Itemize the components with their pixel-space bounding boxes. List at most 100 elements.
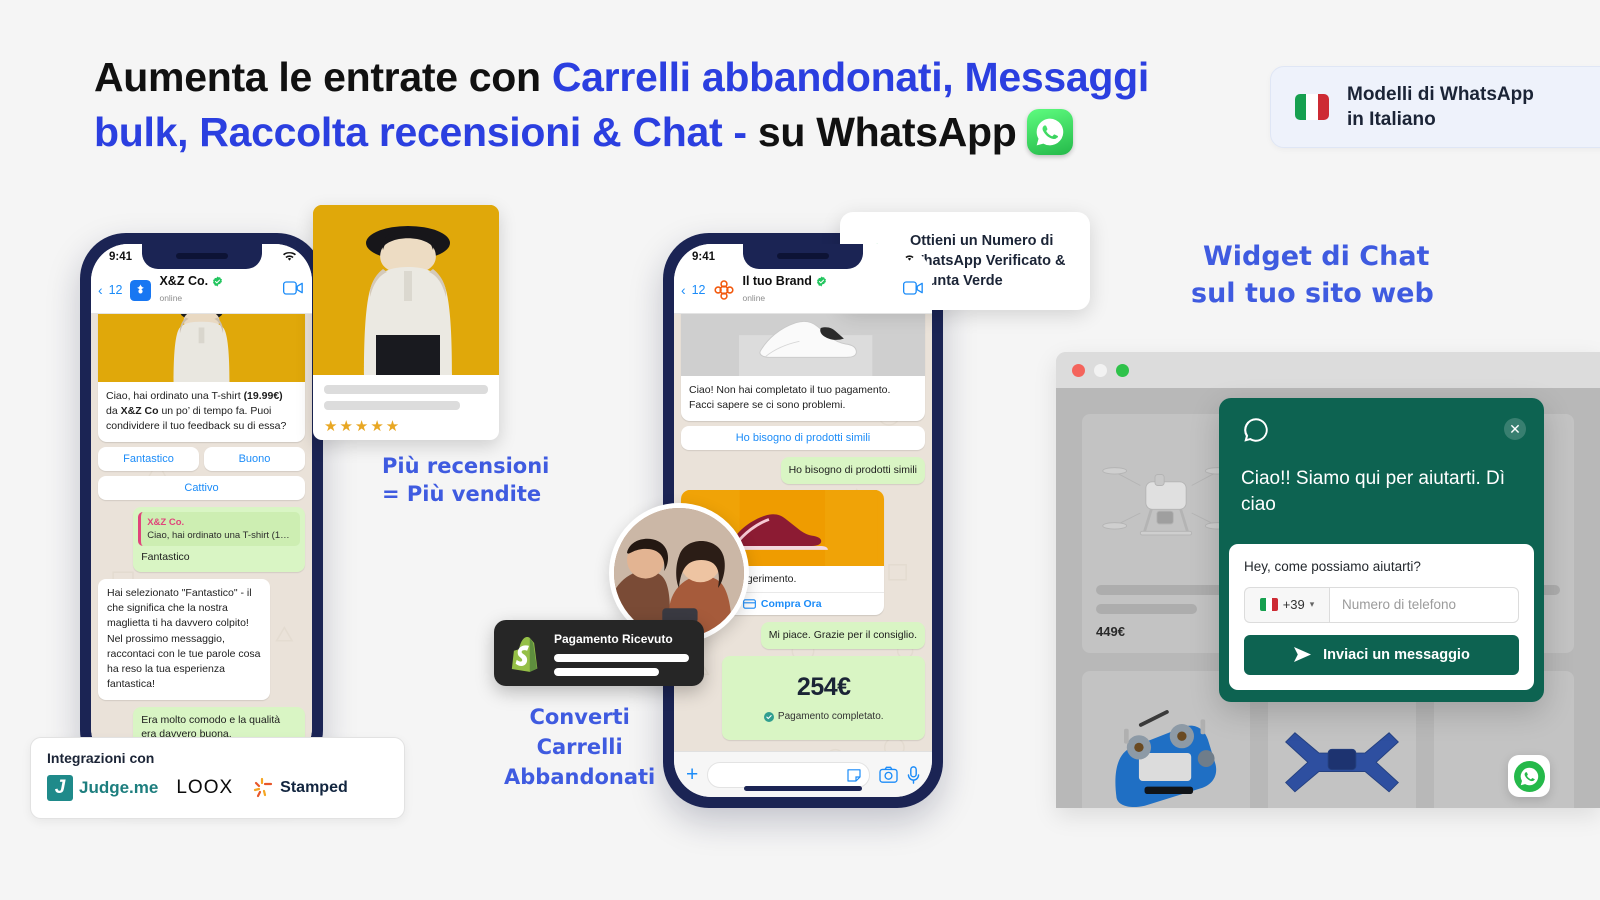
whatsapp-chat-widget: ✕ Ciao!! Siamo qui per aiutarti. Dì ciao… <box>1219 398 1544 702</box>
note-chat-widget: Widget di Chat sul tuo sito web <box>1191 238 1434 313</box>
rr-price: (19.99€) <box>243 390 283 402</box>
country-code-select[interactable]: +39 ▾ <box>1244 586 1329 623</box>
quoted-text: Ciao, hai ordinato una T-shirt (19.99€) … <box>147 530 294 542</box>
frame-image <box>1282 685 1402 808</box>
judgeme-label: Judge.me <box>79 778 159 797</box>
controller-image <box>1096 685 1236 808</box>
poster-canvas: Aumenta le entrate con Carrelli abbandon… <box>0 0 1600 900</box>
status-time-2: 9:41 <box>692 250 716 263</box>
send-icon <box>1294 647 1312 663</box>
cart-user-reply-row: Ho bisogno di prodotti simili <box>681 456 925 484</box>
integrations-caption: Integrazioni con <box>47 750 155 766</box>
drone-skeleton-1 <box>1096 585 1236 595</box>
widget-form-panel: Hey, come possiamo aiutarti? +39 ▾ Numer… <box>1229 543 1534 690</box>
headline-part-2: su WhatsApp <box>746 108 1017 155</box>
note-more-reviews: Più recensioni = Più vendite <box>382 452 549 509</box>
whatsapp-fab[interactable] <box>1508 755 1550 797</box>
message-input[interactable] <box>707 761 870 788</box>
integrations-card: Integrazioni con J Judge.me LOOX Stamped <box>30 737 405 819</box>
whatsapp-fab-circle <box>1513 760 1545 792</box>
send-message-label: Inviaci un messaggio <box>1323 646 1470 663</box>
review-skeleton-1 <box>324 385 488 394</box>
payment-status-text: Pagamento completato. <box>777 711 884 723</box>
close-icon[interactable]: ✕ <box>1504 418 1526 440</box>
phone-number-input[interactable]: Numero di telefono <box>1329 586 1519 623</box>
quick-reply-row-2: Cattivo <box>98 475 305 500</box>
back-count-2: 12 <box>691 283 706 297</box>
phone-placeholder: Numero di telefono <box>1342 597 1457 613</box>
contact-name-2: Il tuo Brand <box>742 274 812 288</box>
shopify-icon <box>511 636 538 672</box>
review-skeleton-2 <box>324 401 461 410</box>
home-indicator-2 <box>744 786 862 791</box>
camera-icon[interactable] <box>879 766 898 783</box>
send-message-button[interactable]: Inviaci un messaggio <box>1244 634 1519 675</box>
review-request-text: Ciao, hai ordinato una T-shirt (19.99€) … <box>98 382 305 442</box>
quick-reply-buono[interactable]: Buono <box>204 446 305 471</box>
note-convert-carts: Converti Carrelli Abbandonati <box>504 703 655 792</box>
outgoing-reply-bubble: X&Z Co. Ciao, hai ordinato una T-shirt (… <box>133 506 305 572</box>
stamped-logo: Stamped <box>251 776 348 800</box>
chat-header: ‹ 12 X&Z Co. online <box>91 269 312 314</box>
window-maximize-dot[interactable] <box>1116 363 1129 377</box>
note-reviews-line2: = Più vendite <box>382 482 542 507</box>
contact-status-2: online <box>742 293 766 303</box>
phone-input-row: +39 ▾ Numero di telefono <box>1244 586 1519 623</box>
notch <box>141 244 262 269</box>
back-button-2[interactable]: ‹ 12 <box>681 282 705 298</box>
page-title: Aumenta le entrate con Carrelli abbandon… <box>94 50 1214 160</box>
sticker-icon <box>847 768 861 782</box>
italy-flag-icon-small <box>1259 598 1278 612</box>
video-call-icon[interactable] <box>283 280 303 300</box>
quick-reply-similar-products[interactable]: Ho bisogno di prodotti simili <box>681 425 925 450</box>
rr-t1: Ciao, hai ordinato una T-shirt <box>106 390 244 402</box>
review-photo <box>313 205 499 375</box>
check-circle-icon <box>763 712 774 723</box>
bot-reply-bubble: Hai selezionato "Fantastico" - il che si… <box>98 579 270 700</box>
shopify-payment-toast: Pagamento Ricevuto <box>494 620 704 686</box>
whatsapp-icon <box>1026 108 1073 155</box>
country-code-value: +39 <box>1282 597 1305 613</box>
quick-reply-fantastico[interactable]: Fantastico <box>98 446 199 471</box>
drone-image <box>1096 428 1236 576</box>
quoted-author: X&Z Co. <box>147 516 185 528</box>
avatar-2 <box>712 278 736 302</box>
review-widget-card: ★★★★★ <box>313 205 499 440</box>
back-count: 12 <box>108 283 123 297</box>
widget-greeting: Ciao!! Siamo qui per aiutarti. Dì ciao <box>1241 468 1506 515</box>
chat-header-2: ‹ 12 Il tuo Brand online <box>674 269 932 314</box>
toast-skeleton-1 <box>554 654 689 662</box>
loox-label: LOOX <box>176 777 234 798</box>
contact-name-row: X&Z Co. <box>159 274 276 288</box>
message-list-reviews: Ciao, hai ordinato una T-shirt (19.99€) … <box>91 296 312 756</box>
abandoned-cart-card: Ciao! Non hai completato il tuo pagament… <box>681 296 925 421</box>
quoted-message: X&Z Co. Ciao, hai ordinato una T-shirt (… <box>138 511 300 547</box>
window-close-dot[interactable] <box>1072 363 1085 377</box>
note-reviews-line1: Più recensioni <box>382 454 550 478</box>
widget-header: ✕ Ciao!! Siamo qui per aiutarti. Dì ciao <box>1219 398 1544 544</box>
notch-2 <box>743 244 863 269</box>
verified-callout-text: Ottieni un Numero di WhatsApp Verificato… <box>910 231 1066 291</box>
wifi-icon <box>283 251 296 261</box>
payment-row: 254€ Pagamento completato. <box>681 656 925 741</box>
window-minimize-dot[interactable] <box>1094 363 1107 377</box>
stamped-label: Stamped <box>280 779 348 796</box>
contact-status: online <box>159 293 183 303</box>
video-call-icon-2[interactable] <box>903 280 923 300</box>
quick-reply-cattivo[interactable]: Cattivo <box>98 475 305 500</box>
attach-plus-icon[interactable]: + <box>686 764 698 785</box>
note-widget-line1: Widget di Chat <box>1203 241 1430 272</box>
judgeme-logo: J Judge.me <box>47 775 158 801</box>
note-widget-line2: sul tuo sito web <box>1191 278 1434 310</box>
note-carts-line3: Abbandonati <box>504 764 656 789</box>
contact-name-row-2: Il tuo Brand <box>742 274 896 288</box>
back-button[interactable]: ‹ 12 <box>98 282 122 298</box>
stamped-mark-icon <box>254 777 273 798</box>
mic-icon[interactable] <box>907 765 920 784</box>
widget-question: Hey, come possiamo aiutarti? <box>1244 558 1421 574</box>
language-badge: Modelli di WhatsApp in Italiano <box>1270 66 1600 148</box>
buy-now-label: Compra Ora <box>760 598 822 611</box>
contact-name: X&Z Co. <box>159 274 209 288</box>
payment-bubble: 254€ Pagamento completato. <box>722 656 925 741</box>
note-carts-line2: Carrelli <box>536 734 623 759</box>
